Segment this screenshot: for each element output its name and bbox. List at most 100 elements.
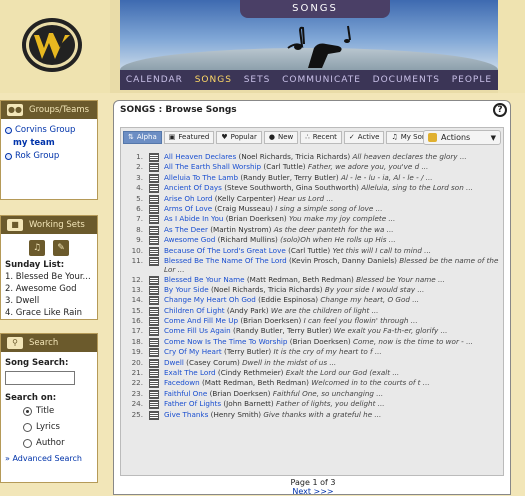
- song-title-link[interactable]: As The Deer: [164, 225, 208, 234]
- song-sheet-icon[interactable]: [149, 296, 159, 306]
- song-title-link[interactable]: Arise Oh Lord: [164, 194, 212, 203]
- help-icon[interactable]: ?: [493, 103, 507, 117]
- song-row: 20. Dwell (Casey Corum) Dwell in the mids…: [123, 358, 501, 368]
- song-title-link[interactable]: Give Thanks: [164, 410, 208, 419]
- radio-button[interactable]: [23, 438, 32, 448]
- logo-strip: [0, 0, 110, 93]
- song-row: 14. Change My Heart Oh God (Eddie Espinos…: [123, 295, 501, 306]
- song-sheet-icon[interactable]: [149, 256, 159, 266]
- song-title-link[interactable]: Come And Fill Me Up: [164, 316, 238, 325]
- radio-button[interactable]: [23, 406, 32, 416]
- song-title-link[interactable]: Change My Heart Oh God: [164, 295, 256, 304]
- nav-documents[interactable]: DOCUMENTS: [373, 75, 440, 85]
- song-title-link[interactable]: Come Fill Us Again: [164, 326, 231, 335]
- song-title-link[interactable]: Because Of The Lord's Great Love: [164, 246, 286, 255]
- song-sheet-icon[interactable]: [149, 306, 159, 316]
- actions-dropdown[interactable]: Actions ▼: [423, 130, 501, 145]
- set-item[interactable]: 1. Blessed Be Your...: [5, 272, 93, 282]
- song-sheet-icon[interactable]: [149, 358, 159, 368]
- group-item[interactable]: Corvins Group: [5, 125, 93, 135]
- set-item[interactable]: 2. Awesome God: [5, 284, 93, 294]
- song-sheet-icon[interactable]: [149, 184, 159, 194]
- radio-author[interactable]: Author: [23, 438, 93, 448]
- radio-lyrics[interactable]: Lyrics: [23, 422, 93, 432]
- song-line: As I Abide In You (Brian Doerksen) You m…: [164, 214, 501, 224]
- browse-songs-panel: SONGS : Browse Songs ? ⇅ Alpha ▣ Featured …: [113, 100, 511, 496]
- song-sheet-icon[interactable]: [149, 389, 159, 399]
- song-sheet-icon[interactable]: [149, 194, 159, 204]
- song-number: 9.: [136, 235, 143, 245]
- tab-recent[interactable]: ∴ Recent: [300, 131, 342, 144]
- song-title-link[interactable]: Dwell: [164, 358, 184, 367]
- song-sheet-icon[interactable]: [149, 400, 159, 410]
- song-title-link[interactable]: Alleluia To The Lamb: [164, 173, 238, 182]
- song-title-link[interactable]: Facedown: [164, 378, 200, 387]
- song-title-link[interactable]: Faithful One: [164, 389, 207, 398]
- advanced-search-link[interactable]: » Advanced Search: [5, 454, 93, 463]
- song-sheet-icon[interactable]: [149, 369, 159, 379]
- nav-sets[interactable]: SETS: [244, 75, 271, 85]
- song-sheet-icon[interactable]: [149, 275, 159, 285]
- song-sheet-icon[interactable]: [149, 327, 159, 337]
- song-title-link[interactable]: Come Now Is The Time To Worship: [164, 337, 287, 346]
- song-number: 10.: [131, 245, 143, 255]
- tab-featured[interactable]: ▣ Featured: [163, 131, 215, 144]
- group-item[interactable]: my team: [13, 138, 93, 148]
- song-title-link[interactable]: Ancient Of Days: [164, 183, 222, 192]
- song-title-link[interactable]: All Heaven Declares: [164, 152, 236, 161]
- song-sheet-icon[interactable]: [149, 337, 159, 347]
- song-sheet-icon[interactable]: [149, 317, 159, 327]
- headphones-icon[interactable]: ♫: [29, 240, 45, 256]
- song-title-link[interactable]: Exalt The Lord: [164, 368, 216, 377]
- tab-new[interactable]: ● New: [263, 131, 299, 144]
- song-title-link[interactable]: All The Earth Shall Worship: [164, 162, 261, 171]
- song-sheet-icon[interactable]: [149, 246, 159, 256]
- radio-title[interactable]: Title: [23, 406, 93, 416]
- group-item[interactable]: Rok Group: [5, 151, 93, 161]
- song-title-link[interactable]: As I Abide In You: [164, 214, 223, 223]
- groups-panel-header: ●● Groups/Teams: [1, 101, 97, 119]
- song-sheet-icon[interactable]: [149, 225, 159, 235]
- tab-popular[interactable]: ♥ Popular: [216, 131, 262, 144]
- tab-alpha[interactable]: ⇅ Alpha: [123, 131, 162, 144]
- song-excerpt: (solo)Oh when He rolls up His ...: [280, 235, 396, 245]
- song-sheet-icon[interactable]: [149, 410, 159, 420]
- tab-active[interactable]: ✓ Active: [343, 131, 385, 144]
- group-label[interactable]: Rok Group: [15, 151, 59, 161]
- song-sheet-icon[interactable]: [149, 348, 159, 358]
- people-icon: ●●: [7, 104, 23, 116]
- song-sheet-icon[interactable]: [149, 153, 159, 162]
- song-title-link[interactable]: Children Of Light: [164, 306, 225, 315]
- song-sheet-icon[interactable]: [149, 236, 159, 246]
- tab-label: Active: [357, 133, 380, 141]
- song-sheet-icon[interactable]: [149, 285, 159, 295]
- radio-button[interactable]: [23, 422, 32, 432]
- song-sheet-icon[interactable]: [149, 204, 159, 214]
- song-title-link[interactable]: Blessed Be Your Name: [164, 275, 245, 284]
- group-label[interactable]: Corvins Group: [15, 125, 75, 135]
- song-sheet-icon[interactable]: [149, 163, 159, 173]
- song-search-input[interactable]: [5, 371, 75, 385]
- song-title-link[interactable]: Blessed Be The Name Of The Lord: [164, 256, 287, 265]
- folder-icon: ■: [7, 219, 23, 231]
- set-title: Sunday List:: [5, 260, 65, 270]
- song-list: 1. All Heaven Declares (Noel Richards, Tr…: [123, 152, 501, 420]
- song-title-link[interactable]: Cry Of My Heart: [164, 347, 222, 356]
- song-sheet-icon[interactable]: [149, 215, 159, 225]
- edit-icon[interactable]: ✎: [53, 240, 69, 256]
- song-title-link[interactable]: Arms Of Love: [164, 204, 212, 213]
- nav-songs[interactable]: SONGS: [195, 75, 232, 85]
- nav-calendar[interactable]: CALENDAR: [126, 75, 183, 85]
- song-title-link[interactable]: By Your Side: [164, 285, 209, 294]
- nav-communicate[interactable]: COMMUNICATE: [282, 75, 361, 85]
- logo-icon[interactable]: [20, 15, 84, 75]
- song-title-link[interactable]: Father Of Lights: [164, 399, 221, 408]
- group-label[interactable]: my team: [13, 138, 55, 148]
- set-item[interactable]: 4. Grace Like Rain: [5, 308, 93, 318]
- song-sheet-icon[interactable]: [149, 379, 159, 389]
- actions-label: Actions: [441, 133, 471, 142]
- song-sheet-icon[interactable]: [149, 173, 159, 183]
- nav-people[interactable]: PEOPLE: [452, 75, 492, 85]
- song-title-link[interactable]: Awesome God: [164, 235, 215, 244]
- set-item[interactable]: 3. Dwell: [5, 296, 93, 306]
